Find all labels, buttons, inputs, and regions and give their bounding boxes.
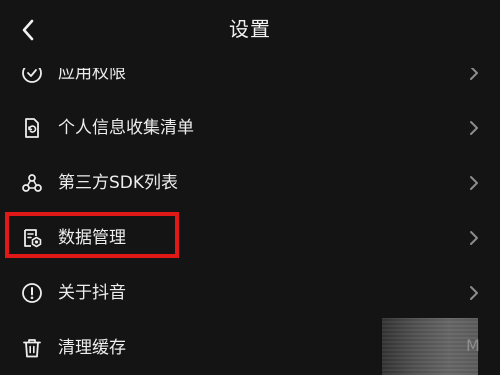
shield-icon [20, 68, 44, 85]
settings-item-label: 个人信息收集清单 [58, 118, 194, 138]
info-circle-icon [20, 281, 44, 305]
document-refresh-icon [20, 116, 44, 140]
triangle-nodes-icon [20, 171, 44, 195]
settings-item-label: 第三方SDK列表 [58, 173, 179, 193]
settings-item-personal-info-list[interactable]: 个人信息收集清单 [0, 103, 500, 153]
chevron-right-icon [464, 283, 484, 303]
settings-item-third-party-sdk[interactable]: 第三方SDK列表 [0, 158, 500, 208]
trash-icon [20, 336, 44, 360]
chevron-right-icon [464, 118, 484, 138]
top-bar: 设置 [0, 0, 500, 58]
settings-item-label: 应用权限 [58, 63, 126, 83]
chevron-right-icon [464, 68, 484, 83]
settings-item-label: 清理缓存 [58, 338, 126, 358]
settings-item-about[interactable]: 关于抖音 [0, 268, 500, 318]
chevron-right-icon [464, 173, 484, 193]
settings-item-data-management[interactable]: 数据管理 [0, 213, 500, 263]
settings-screen: 应用权限 个人信息收集清单 第三方SDK列表 数据管理 关于抖音 清理缓存 设置… [0, 0, 500, 375]
back-button[interactable] [12, 14, 44, 46]
watermark-letter: M [466, 336, 480, 355]
page-title: 设置 [229, 17, 271, 41]
chevron-right-icon [464, 228, 484, 248]
watermark-blur [382, 318, 478, 375]
settings-item-label: 数据管理 [58, 228, 126, 248]
data-settings-icon [20, 226, 44, 250]
chevron-left-icon [20, 19, 36, 41]
settings-item-label: 关于抖音 [58, 283, 126, 303]
